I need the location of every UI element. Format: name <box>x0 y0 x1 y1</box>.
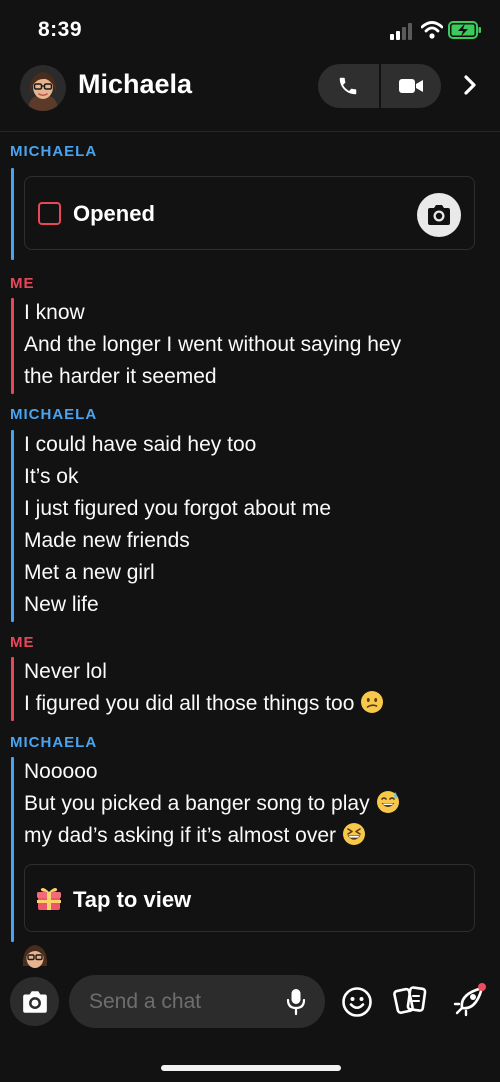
home-indicator[interactable] <box>161 1065 341 1071</box>
message-text[interactable]: the harder it seemed <box>24 361 217 393</box>
smiley-face-icon[interactable] <box>341 986 373 1018</box>
status-bar: 8:39 <box>0 0 500 60</box>
message-text[interactable]: I just figured you forgot about me <box>24 493 331 525</box>
message-text[interactable]: I could have said hey too <box>24 429 256 461</box>
sender-label-her: MICHAELA <box>10 143 98 160</box>
message-bar-her <box>11 168 14 260</box>
call-button-group <box>318 64 441 108</box>
sender-label-me: ME <box>10 634 35 651</box>
opened-snap-icon <box>38 202 61 225</box>
chat-header: Michaela <box>0 60 500 126</box>
video-call-button[interactable] <box>381 64 442 108</box>
header-divider <box>0 131 500 132</box>
message-text[interactable]: Never lol <box>24 656 107 688</box>
camera-icon <box>428 205 450 225</box>
presence-bitmoji-avatar <box>18 940 52 968</box>
status-time: 8:39 <box>38 18 83 41</box>
message-text[interactable]: Met a new girl <box>24 557 155 589</box>
phone-icon <box>340 77 357 95</box>
message-text[interactable]: It’s ok <box>24 461 78 493</box>
cellular-signal-icon <box>390 23 412 40</box>
voice-call-button[interactable] <box>318 64 379 108</box>
games-rocket-icon[interactable] <box>450 982 488 1020</box>
stickers-cards-icon[interactable] <box>393 984 429 1018</box>
sender-label-her: MICHAELA <box>10 406 98 423</box>
message-row[interactable]: But you picked a banger song to play <box>24 788 400 820</box>
chevron-right-icon[interactable] <box>458 73 482 97</box>
message-bar-her <box>11 757 14 942</box>
message-row[interactable]: my dad’s asking if it’s almost over <box>24 820 366 852</box>
message-text: my dad’s asking if it’s almost over <box>24 824 337 847</box>
message-bar-her <box>11 430 14 622</box>
message-text[interactable]: Made new friends <box>24 525 190 557</box>
message-text: But you picked a banger song to play <box>24 792 370 815</box>
video-camera-icon <box>398 79 423 93</box>
camera-button[interactable] <box>10 977 59 1026</box>
message-bar-me <box>11 657 14 721</box>
grinning-sweat-emoji-icon <box>376 791 399 813</box>
reply-camera-button[interactable] <box>417 193 461 237</box>
message-row[interactable]: I figured you did all those things too <box>24 688 384 720</box>
wifi-icon <box>421 21 443 39</box>
battery-charging-icon <box>448 21 481 39</box>
sender-label-me: ME <box>10 275 35 292</box>
message-bar-me <box>11 298 14 394</box>
message-text: I figured you did all those things too <box>24 692 355 715</box>
message-text[interactable]: And the longer I went without saying hey <box>24 329 401 361</box>
camera-icon <box>22 990 47 1013</box>
message-text[interactable]: Nooooo <box>24 756 98 788</box>
confused-face-emoji-icon <box>361 691 384 713</box>
contact-name[interactable]: Michaela <box>78 69 192 100</box>
snap-card[interactable]: Opened <box>24 176 475 250</box>
snap-status: Opened <box>73 201 155 226</box>
gift-icon <box>37 888 61 910</box>
gift-card[interactable]: Tap to view <box>24 864 475 932</box>
message-text[interactable]: I know <box>24 297 85 329</box>
microphone-icon[interactable] <box>285 988 307 1016</box>
gift-label: Tap to view <box>73 887 192 912</box>
sender-label-her: MICHAELA <box>10 734 98 751</box>
bitmoji-avatar[interactable] <box>20 65 66 111</box>
message-text[interactable]: New life <box>24 589 99 621</box>
laughing-squint-emoji-icon <box>343 823 366 845</box>
